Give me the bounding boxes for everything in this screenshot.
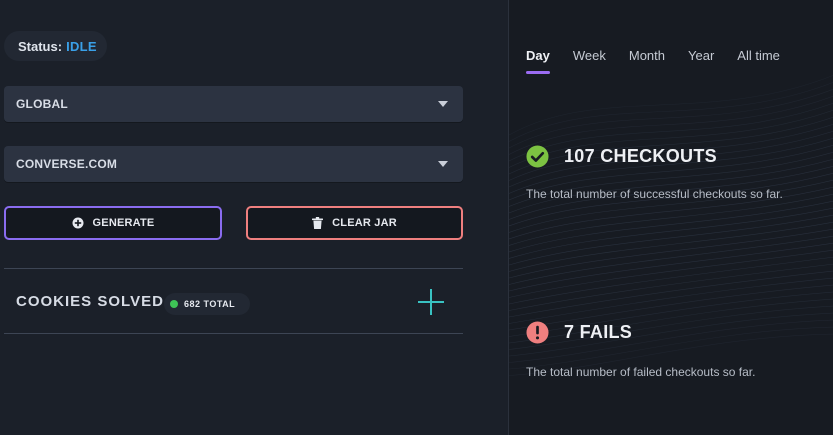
alert-circle-icon [526,321,549,344]
generate-button[interactable]: GENERATE [4,206,222,240]
wave-line [509,75,833,136]
wave-line [509,249,833,298]
clear-jar-button-label: CLEAR JAR [332,217,397,229]
plus-icon[interactable] [418,289,444,315]
tab-week[interactable]: Week [573,48,606,63]
divider [4,268,463,269]
chevron-down-icon [438,161,448,167]
cookies-total-label: 682 TOTAL [184,299,236,309]
checkouts-description: The total number of successful checkouts… [526,187,783,201]
wave-line [509,89,833,149]
site-select-value: CONVERSE.COM [16,157,118,171]
status-badge: Status: IDLE [4,31,107,61]
cookies-solved-title: COOKIES SOLVED [16,293,164,310]
fails-stat: 7 FAILS [526,321,632,344]
checkouts-stat: 107 CHECKOUTS [526,145,717,168]
scope-select[interactable]: GLOBAL [4,86,463,122]
tab-month[interactable]: Month [629,48,665,63]
tab-all-time[interactable]: All time [737,48,780,63]
wave-line [509,242,833,292]
check-circle-icon [526,145,549,168]
fails-description: The total number of failed checkouts so … [526,365,756,379]
tab-day[interactable]: Day [526,48,550,74]
chevron-down-icon [438,101,448,107]
cookies-total-badge: 682 TOTAL [164,293,250,315]
generate-button-label: GENERATE [92,217,155,229]
status-label: Status: [18,38,63,54]
divider [4,333,463,334]
checkouts-title: 107 CHECKOUTS [564,146,717,166]
stats-panel: Day Week Month Year All time 107 CHECKOU… [508,0,833,435]
control-panel: Status: IDLE GLOBAL CONVERSE.COM GENERAT… [0,0,508,435]
fails-title: 7 FAILS [564,322,633,342]
clear-jar-button[interactable]: CLEAR JAR [246,206,463,240]
tab-year[interactable]: Year [688,48,714,63]
site-select[interactable]: CONVERSE.COM [4,146,463,182]
plus-circle-icon [72,217,84,229]
period-tabs: Day Week Month Year All time [526,48,803,74]
trash-icon [312,217,324,229]
scope-select-value: GLOBAL [16,97,68,111]
status-dot [170,300,178,308]
wave-line [509,256,833,305]
status-value: IDLE [66,38,97,54]
